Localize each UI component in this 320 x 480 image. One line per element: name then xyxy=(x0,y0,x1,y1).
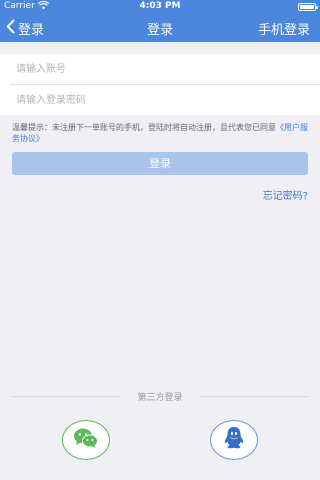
back-label: 登录 xyxy=(18,22,45,38)
qq-icon xyxy=(223,426,245,454)
login-button[interactable]: 登录 xyxy=(12,152,308,175)
back-button[interactable]: 登录 xyxy=(6,17,44,39)
account-input[interactable] xyxy=(0,54,320,84)
wechat-icon xyxy=(73,427,99,453)
chevron-left-icon xyxy=(6,19,15,38)
navigation-bar: 登录 登录 手机登录 xyxy=(0,14,320,42)
third-party-label: 第三方登录 xyxy=(137,393,183,403)
password-input[interactable] xyxy=(0,85,320,115)
divider-right xyxy=(200,396,308,397)
divider-left xyxy=(12,396,120,397)
registration-notice: 温馨提示：未注册下一单账号的手机，登陆时将自动注册，且代表您已同意《用户服务协议… xyxy=(12,122,310,144)
forgot-password-link[interactable]: 忘记密码? xyxy=(263,187,308,202)
login-form xyxy=(0,54,320,115)
phone-login-button[interactable]: 手机登录 xyxy=(258,19,310,38)
status-time: 4:03 PM xyxy=(139,1,181,11)
status-bar: Carrier 4:03 PM xyxy=(0,0,320,14)
battery-icon xyxy=(298,3,318,11)
notice-text: 温馨提示：未注册下一单账号的手机，登陆时将自动注册，且代表您已同意 xyxy=(12,123,276,132)
wechat-login-button[interactable] xyxy=(62,420,110,460)
qq-login-button[interactable] xyxy=(210,420,258,460)
